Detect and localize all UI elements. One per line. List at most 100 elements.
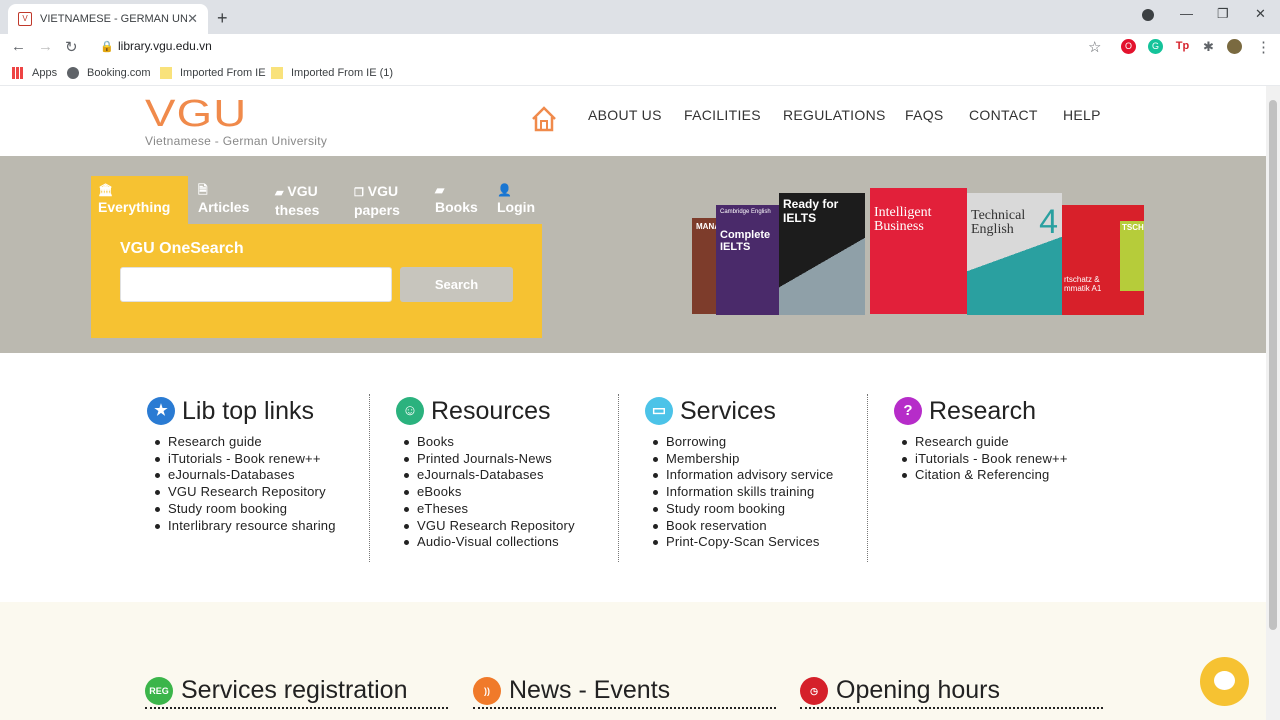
browser-tab[interactable]: V VIETNAMESE - GERMAN UNIVE ✕	[8, 4, 208, 34]
list-item[interactable]: Information advisory service	[653, 467, 833, 484]
column-resources: ☺ Resources Books Printed Journals-News …	[396, 394, 575, 551]
site-favicon-icon: V	[18, 12, 32, 26]
tab-books[interactable]: ▰ Books	[435, 182, 478, 216]
reload-icon[interactable]: ↻	[65, 38, 78, 56]
logo-subtitle: Vietnamese - German University	[145, 134, 328, 148]
book-icon: ▰	[435, 183, 445, 197]
search-label: VGU OneSearch	[120, 240, 244, 257]
book-icon: ▰	[275, 187, 284, 199]
extensions-puzzle-icon[interactable]: ✱	[1201, 39, 1216, 54]
restore-icon[interactable]: ❐	[1217, 6, 1229, 22]
minimize-icon[interactable]: —	[1180, 6, 1193, 21]
section-title: News - Events	[509, 676, 671, 704]
list-item[interactable]: Printed Journals-News	[404, 451, 575, 468]
chat-widget-button[interactable]	[1200, 657, 1249, 706]
list-item[interactable]: Book reservation	[653, 518, 833, 535]
section-title: Services registration	[181, 676, 408, 704]
column-title: Services	[680, 396, 776, 425]
list-item[interactable]: Audio-Visual collections	[404, 534, 575, 551]
list-item[interactable]: iTutorials - Book renew++	[155, 451, 336, 468]
grammarly-extension-icon[interactable]: G	[1148, 39, 1163, 54]
book-text: rtschatz & mmatik A1	[1064, 275, 1102, 293]
column-divider	[369, 394, 370, 562]
star-icon: ★	[147, 397, 175, 425]
list-item[interactable]: Research guide	[155, 434, 336, 451]
monitor-icon: ▭	[645, 397, 673, 425]
search-button[interactable]: Search	[400, 267, 513, 302]
browser-tab-strip: V VIETNAMESE - GERMAN UNIVE ✕ + — ❐ ✕	[0, 0, 1280, 34]
list-item[interactable]: VGU Research Repository	[404, 518, 575, 535]
scrollbar-thumb[interactable]	[1269, 100, 1277, 630]
user-icon: 👤	[497, 183, 512, 197]
tab-label-line1: VGU	[287, 183, 318, 199]
home-icon[interactable]	[530, 105, 558, 133]
close-window-icon[interactable]: ✕	[1255, 6, 1266, 22]
list-item[interactable]: Study room booking	[155, 501, 336, 518]
bookmark-apps[interactable]: Apps	[12, 67, 57, 79]
search-hero: 🏛 Everything 🗎 Articles ▰ VGU theses ❐ V…	[0, 156, 1266, 353]
list-item[interactable]: VGU Research Repository	[155, 484, 336, 501]
institution-icon: 🏛	[98, 183, 114, 197]
list-item[interactable]: Print-Copy-Scan Services	[653, 534, 833, 551]
profile-menu-icon[interactable]	[1142, 9, 1154, 21]
list-item[interactable]: Citation & Referencing	[902, 467, 1068, 484]
nav-facilities[interactable]: FACILITIES	[684, 107, 761, 123]
list-item[interactable]: eTheses	[404, 501, 575, 518]
vgu-logo[interactable]: VGU Vietnamese - German University	[145, 95, 328, 148]
search-input[interactable]	[120, 267, 392, 302]
tp-extension-icon[interactable]: Tp	[1175, 39, 1190, 54]
lock-icon: 🔒	[100, 41, 114, 53]
nav-help[interactable]: HELP	[1063, 107, 1101, 123]
apps-grid-icon	[12, 67, 24, 79]
search-box: VGU OneSearch Search	[91, 224, 542, 338]
book-cover-wortschatz: TSCH rtschatz & mmatik A1	[1062, 205, 1144, 315]
list-item[interactable]: eJournals-Databases	[155, 467, 336, 484]
list-item[interactable]: eJournals-Databases	[404, 467, 575, 484]
list-item[interactable]: Borrowing	[653, 434, 833, 451]
list-item[interactable]: Information skills training	[653, 484, 833, 501]
browser-toolbar: ← → ↻ 🔒 library.vgu.edu.vn ☆ O G Tp ✱ ⋮	[0, 34, 1280, 62]
tab-login[interactable]: 👤 Login	[497, 182, 535, 216]
bookmark-folder-ie-1[interactable]: Imported From IE (1)	[271, 67, 393, 79]
bookmark-folder-ie[interactable]: Imported From IE	[160, 67, 266, 79]
back-icon[interactable]: ←	[11, 38, 26, 55]
tab-articles[interactable]: 🗎 Articles	[198, 182, 249, 216]
bookmark-booking[interactable]: Booking.com	[67, 67, 151, 79]
column-title: Resources	[431, 396, 551, 425]
list-item[interactable]: eBooks	[404, 484, 575, 501]
bookmark-star-icon[interactable]: ☆	[1088, 38, 1101, 56]
list-item[interactable]: iTutorials - Book renew++	[902, 451, 1068, 468]
tab-vgu-papers[interactable]: ❐ VGU papers	[354, 183, 400, 219]
bookmark-label: Booking.com	[87, 67, 151, 79]
section-opening-hours: ◷ Opening hours	[800, 676, 1103, 709]
clock-icon: ◷	[800, 676, 828, 705]
nav-contact[interactable]: CONTACT	[969, 107, 1038, 123]
forward-icon[interactable]: →	[38, 38, 53, 55]
list-item[interactable]: Interlibrary resource sharing	[155, 518, 336, 535]
folder-icon	[160, 67, 172, 79]
avatar[interactable]	[1227, 39, 1242, 54]
nav-regulations[interactable]: REGULATIONS	[783, 107, 886, 123]
book-cover-technical-english: Technical English 4	[967, 193, 1062, 315]
list-item[interactable]: Membership	[653, 451, 833, 468]
rss-icon: ))	[473, 676, 501, 705]
list-item[interactable]: Study room booking	[653, 501, 833, 518]
tab-vgu-theses[interactable]: ▰ VGU theses	[275, 183, 319, 219]
nav-about-us[interactable]: ABOUT US	[588, 107, 662, 123]
bookmark-label: Apps	[32, 67, 58, 79]
nav-faqs[interactable]: FAQS	[905, 107, 944, 123]
list-item[interactable]: Research guide	[902, 434, 1068, 451]
address-bar[interactable]: library.vgu.edu.vn	[118, 39, 212, 53]
tab-label: Login	[497, 199, 536, 215]
book-text: Complete IELTS	[720, 229, 771, 253]
tab-label: Everything	[98, 199, 171, 215]
list-item[interactable]: Books	[404, 434, 575, 451]
opera-extension-icon[interactable]: O	[1121, 39, 1136, 54]
more-menu-icon[interactable]: ⋮	[1256, 38, 1271, 56]
page-scrollbar[interactable]	[1266, 86, 1280, 720]
tab-close-icon[interactable]: ✕	[187, 11, 198, 27]
tab-everything[interactable]: 🏛 Everything	[91, 176, 188, 228]
new-tab-button[interactable]: +	[217, 8, 228, 29]
column-services: ▭ Services Borrowing Membership Informat…	[645, 394, 833, 551]
column-title: Research	[929, 396, 1036, 425]
